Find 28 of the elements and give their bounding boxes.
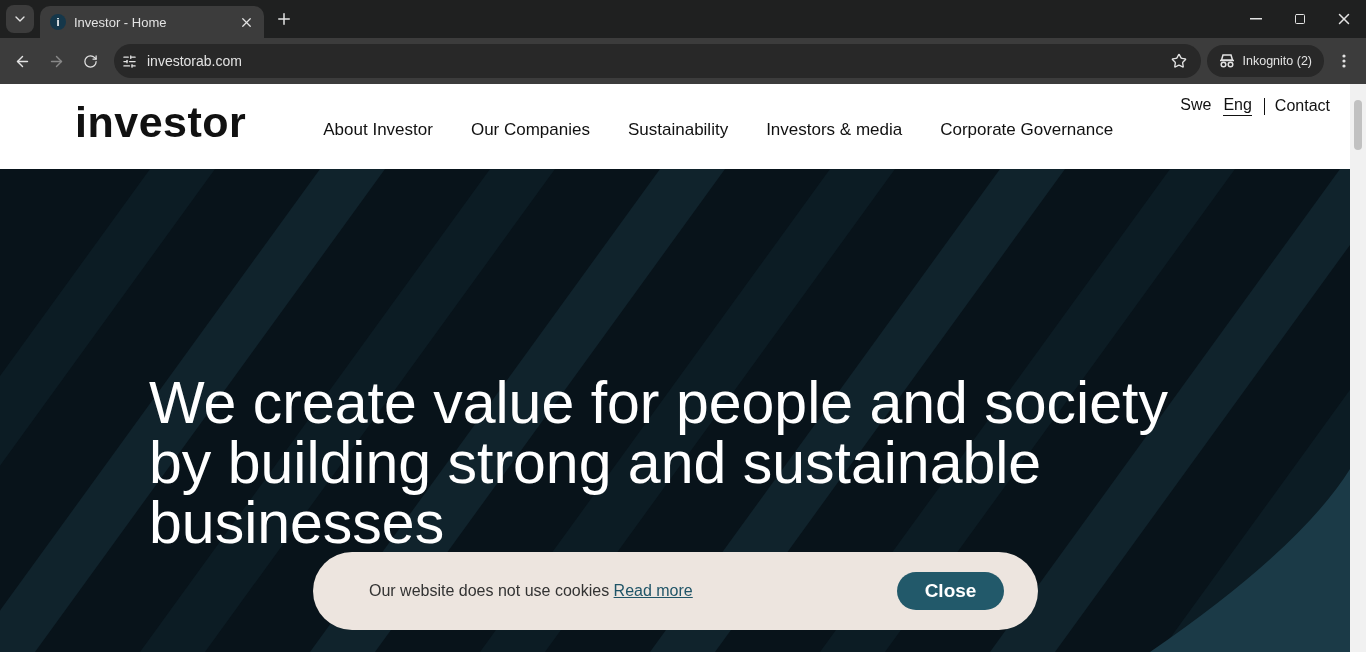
nav-link[interactable]: Corporate Governance — [940, 120, 1114, 140]
plus-icon — [275, 10, 293, 28]
incognito-icon — [1218, 54, 1235, 68]
bookmark-star-icon[interactable] — [1170, 53, 1187, 69]
cookie-notice: Our website does not use cookies Read more — [369, 582, 694, 600]
maximize-icon — [1294, 13, 1306, 25]
site-settings-icon[interactable] — [122, 53, 137, 69]
logo[interactable]: investor — [75, 98, 247, 147]
menu-icon — [1342, 54, 1346, 68]
tab-title: Investor - Home — [74, 14, 168, 30]
tab-list-button[interactable] — [6, 5, 34, 33]
contact-link[interactable]: Contact — [1274, 97, 1330, 115]
nav-link[interactable]: Sustainability — [627, 120, 729, 140]
close-button[interactable]: Close — [897, 572, 1004, 610]
incognito-button[interactable]: Inkognito (2) — [1206, 45, 1324, 77]
favicon: i — [50, 14, 66, 30]
language-link[interactable]: Eng — [1223, 96, 1252, 116]
nav-link[interactable]: Investors & media — [766, 120, 903, 140]
minimize-icon — [1250, 18, 1262, 20]
hero-heading: We create value for people and society by building strong and sustainable businesses — [149, 373, 1169, 553]
language-link[interactable]: Swe — [1180, 96, 1212, 116]
browser-tab[interactable]: i Investor - Home — [40, 6, 264, 38]
reload-icon — [82, 53, 98, 69]
nav-link[interactable]: About Investor — [323, 120, 433, 140]
read-more-link[interactable]: Read more — [613, 582, 693, 599]
scrollbar[interactable] — [1350, 84, 1366, 652]
nav-link[interactable]: Our Companies — [470, 120, 590, 140]
address-bar[interactable]: investorab.com — [114, 44, 1201, 78]
